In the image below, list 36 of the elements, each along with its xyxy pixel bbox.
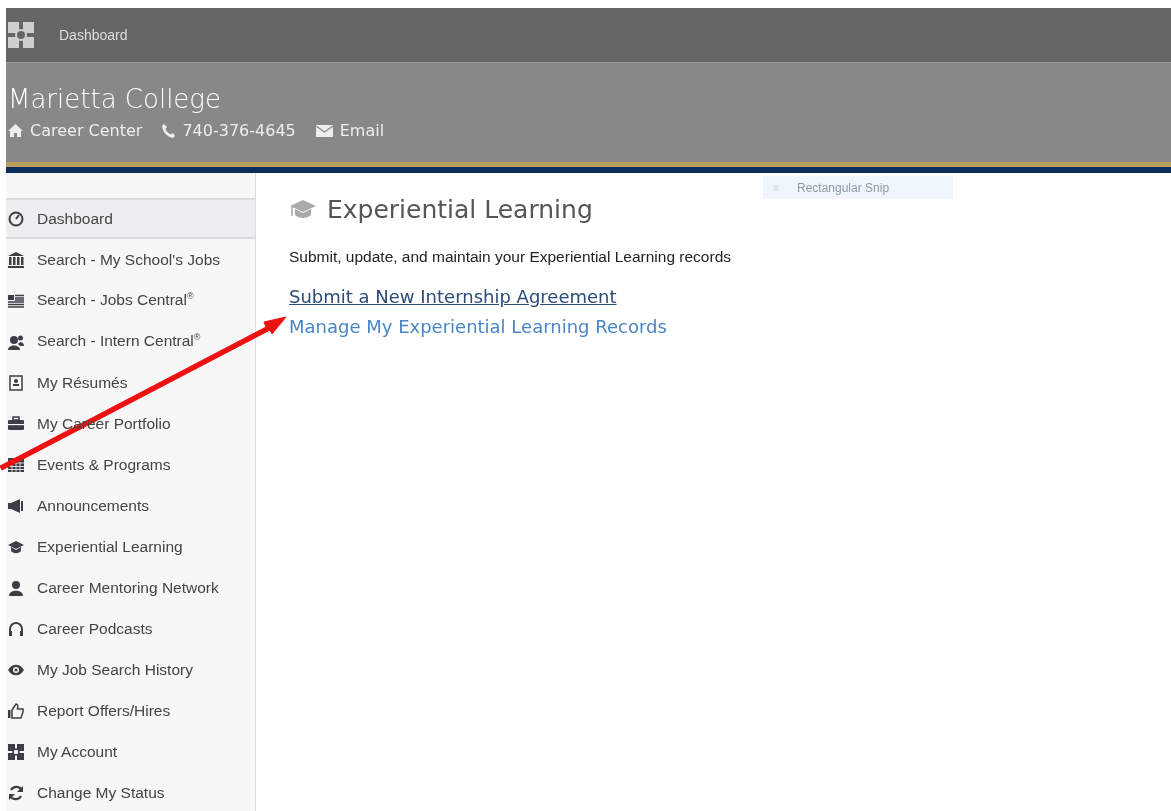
gauge-icon [8,210,24,227]
school-name: Marietta College [8,83,222,115]
person-icon [8,579,24,596]
phone-number: 740-376-4645 [182,121,296,140]
thumbs-up-icon [8,702,24,719]
sidebar-item[interactable]: Search - Jobs Central$^{®}$ [6,280,255,321]
sidebar-item[interactable]: Dashboard [6,198,255,239]
sidebar-item[interactable]: Experiential Learning [6,526,255,567]
people-icon [8,333,24,350]
refresh-icon [8,784,24,801]
headphones-icon [8,620,24,637]
sidebar-item[interactable]: My Job Search History [6,649,255,690]
phone-icon [162,123,176,138]
sidebar-item[interactable]: Search - Intern Central$^{®}$ [6,321,255,362]
sidebar-item[interactable]: Search - My School's Jobs [6,239,255,280]
sidebar-item[interactable]: Announcements [6,485,255,526]
bank-icon [8,251,24,268]
tooltip-label: Rectangular Snip [797,180,890,195]
document-icon [8,374,24,391]
page-link[interactable]: Manage My Experiential Learning Records [289,316,667,337]
envelope-icon [315,124,333,137]
sidebar-item[interactable]: My Account [6,731,255,772]
sidebar-item[interactable]: Report Offers/Hires [6,690,255,731]
graduation-cap-icon [289,198,317,221]
megaphone-icon [8,497,24,514]
graduation-cap-icon [8,538,24,555]
sidebar-item[interactable]: Career Podcasts [6,608,255,649]
sidebar-item[interactable]: Change My Status [6,772,255,811]
house-icon [8,124,23,137]
logo-icon[interactable] [8,22,34,48]
page-heading: Experiential Learning [327,195,593,224]
dashboard-link[interactable]: Dashboard [59,27,128,43]
page-description: Submit, update, and maintain your Experiential Learning records [289,248,731,266]
page-link[interactable]: Submit a New Internship Agreement [289,286,617,307]
sidebar-item[interactable]: Career Mentoring Network [6,567,255,608]
sidebar-item[interactable]: My Résumés [6,362,255,403]
